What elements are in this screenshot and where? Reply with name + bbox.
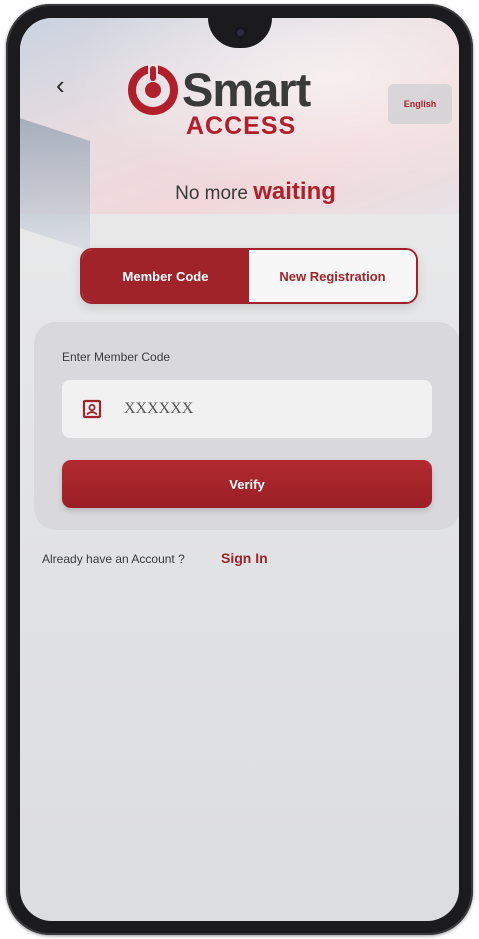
tagline: No more waiting [20,178,459,208]
member-code-field[interactable] [62,380,432,438]
tagline-prefix: No more [175,183,248,204]
brand-name: Smart [182,63,311,116]
tagline-emphasis: waiting [253,178,336,205]
member-code-card: Enter Member Code Verify [34,322,459,530]
tab-new-registration[interactable]: New Registration [249,250,416,302]
tab-member-code[interactable]: Member Code [82,250,249,302]
member-code-label: Enter Member Code [62,350,171,364]
phone-frame: ‹ Smart ACCESS English No more waiting M… [6,4,473,935]
chevron-left-icon: ‹ [56,70,65,100]
back-button[interactable]: ‹ [56,70,78,100]
id-card-icon [82,399,102,419]
member-code-input[interactable] [122,399,406,419]
app-logo: Smart ACCESS [126,60,356,140]
account-prompt: Already have an Account ? [42,552,185,566]
sign-in-link[interactable]: Sign In [221,550,268,566]
verify-button[interactable]: Verify [62,460,432,508]
language-button[interactable]: English [388,84,452,124]
brand-subtitle: ACCESS [186,112,297,140]
mode-tabs: Member Code New Registration [80,248,418,304]
power-logo-icon [128,64,178,115]
front-camera [234,26,247,39]
app-screen: ‹ Smart ACCESS English No more waiting M… [20,18,459,921]
